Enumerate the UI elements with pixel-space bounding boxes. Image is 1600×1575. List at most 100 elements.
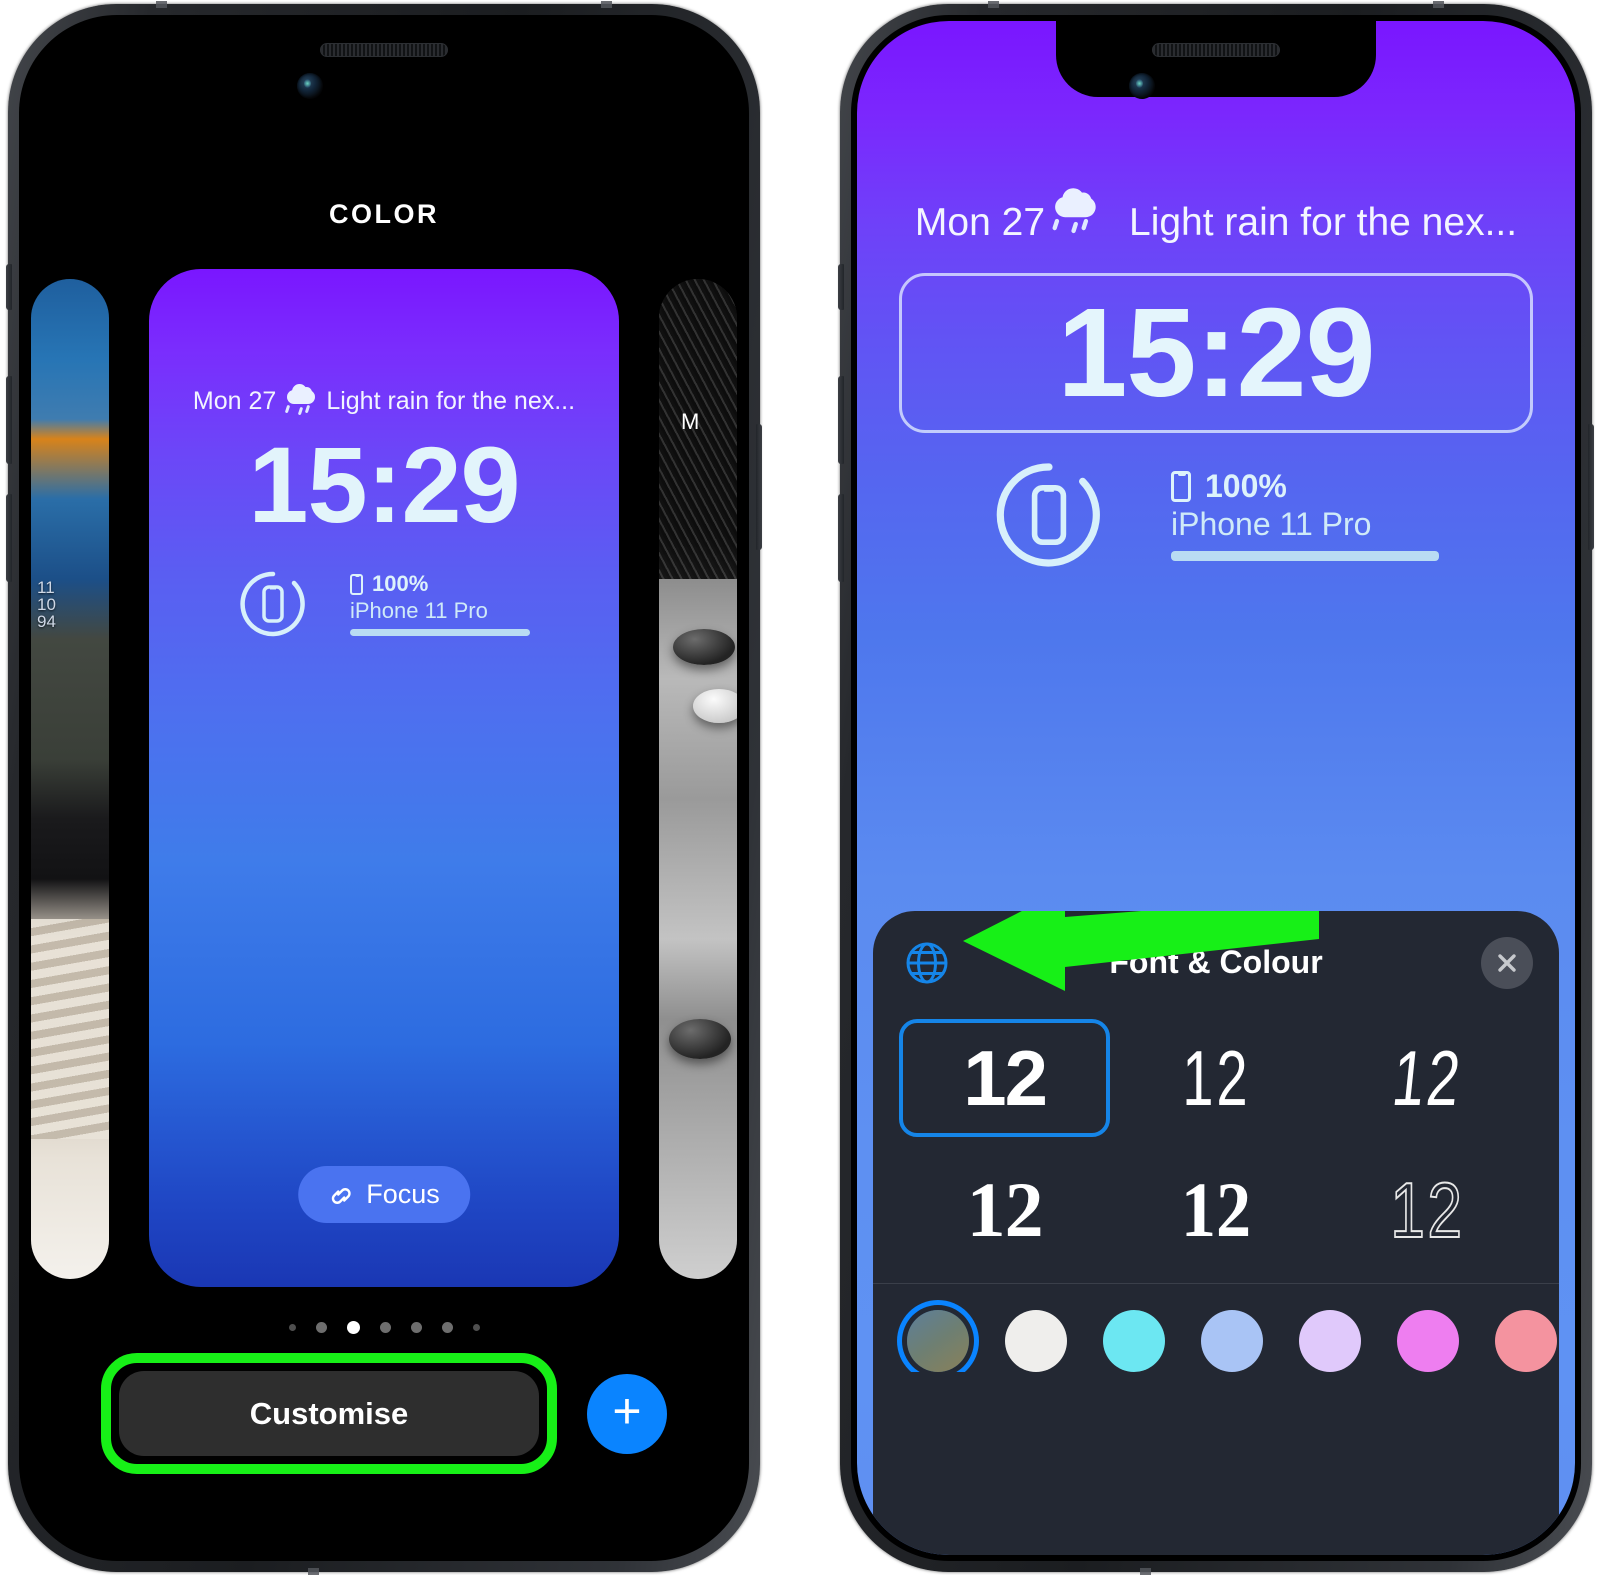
font-and-colour-sheet: Font & Colour 12 12 12 12 12 12 [873, 910, 1559, 1555]
front-camera-icon [297, 72, 323, 99]
wallpaper-card-selected[interactable]: Mon 27 Light rain for the nex... 15:29 1… [149, 268, 619, 1287]
volume-up-button[interactable] [838, 375, 844, 464]
page-dot[interactable] [410, 1322, 422, 1333]
font-option-slab[interactable]: 12 [1110, 1151, 1321, 1269]
power-button[interactable] [756, 423, 762, 550]
screenshot-stage: COLOR 11 10 94 Mon 27 Light rain for the… [0, 0, 1600, 1575]
colour-swatch-white[interactable] [1005, 1309, 1067, 1372]
clock-edit-selection[interactable]: 15:29 [899, 272, 1533, 433]
font-option-bold[interactable]: 12 [899, 1018, 1111, 1137]
carousel-page-dots[interactable] [25, 1318, 743, 1338]
colour-swatch-fill [1299, 1309, 1361, 1372]
rain-cloud-icon [1051, 187, 1121, 252]
mute-switch[interactable] [6, 263, 12, 310]
right-phone-screen: Mon 27 Light rain for the nex... 15:29 1… [857, 20, 1575, 1555]
device-name-label: iPhone 11 Pro [350, 598, 488, 623]
focus-label: Focus [366, 1178, 440, 1209]
sheet-header: Font & Colour [873, 911, 1559, 1015]
lock-widget-row[interactable]: 100% iPhone 11 Pro [149, 569, 619, 639]
wallpaper-card-next-text: M [681, 408, 700, 434]
font-sample-label: 12 [963, 1033, 1048, 1122]
photo-object [669, 1018, 731, 1059]
page-dot[interactable] [315, 1322, 327, 1333]
device-name-label: iPhone 11 Pro [1171, 506, 1372, 542]
right-phone-body: Mon 27 Light rain for the nex... 15:29 1… [851, 14, 1581, 1561]
volume-up-button[interactable] [6, 375, 12, 464]
page-dot[interactable] [441, 1322, 453, 1333]
right-phone-frame: Mon 27 Light rain for the nex... 15:29 1… [838, 0, 1594, 1575]
link-icon [328, 1183, 354, 1205]
photo-object [673, 628, 735, 665]
close-icon[interactable] [1481, 936, 1533, 989]
antenna-band [156, 0, 167, 8]
font-style-grid[interactable]: 12 12 12 12 12 12 [873, 1015, 1559, 1269]
colour-swatch-light-blue[interactable] [1201, 1309, 1263, 1372]
font-sample-label: 12 [1389, 1165, 1465, 1254]
colour-swatch-fill [1005, 1309, 1067, 1372]
lock-date-label: Mon 27 [192, 386, 277, 415]
phone-icon [350, 573, 363, 595]
display-notch [1056, 20, 1376, 97]
lock-weather-label: Light rain for the nex... [326, 386, 576, 415]
mute-switch[interactable] [838, 263, 844, 310]
left-phone-screen: COLOR 11 10 94 Mon 27 Light rain for the… [25, 20, 743, 1555]
font-option-serif[interactable]: 12 [899, 1151, 1110, 1269]
page-dot[interactable] [379, 1322, 391, 1333]
page-dot[interactable] [288, 1324, 296, 1331]
wallpaper-card-previous[interactable]: 11 10 94 [31, 278, 109, 1279]
battery-ring-icon [240, 571, 305, 636]
font-option-slant[interactable]: 12 [1322, 1019, 1533, 1137]
font-sample-label: 12 [966, 1165, 1044, 1253]
customise-button-highlight: Customise [101, 1353, 557, 1474]
focus-button[interactable]: Focus [298, 1165, 470, 1223]
wallpaper-carousel[interactable]: 11 10 94 Mon 27 Light rain for the nex... [25, 268, 743, 1289]
battery-text-widget[interactable]: 100% iPhone 11 Pro [1171, 468, 1439, 561]
colour-swatch-fill [1201, 1309, 1263, 1372]
add-wallpaper-button[interactable]: + [587, 1373, 667, 1454]
font-sample-label: 12 [1181, 1033, 1251, 1122]
battery-progress-bar [1171, 551, 1439, 561]
battery-ring-widget[interactable] [238, 569, 308, 639]
font-sample-label: 12 [1180, 1165, 1252, 1253]
earpiece-speaker-icon [320, 42, 448, 57]
battery-text-widget[interactable]: 100% iPhone 11 Pro [350, 571, 530, 636]
volume-down-button[interactable] [838, 493, 844, 582]
page-dot-active[interactable] [346, 1321, 360, 1334]
antenna-band [1140, 1567, 1151, 1575]
lock-date-label: Mon 27 [914, 200, 1046, 244]
lock-clock: 15:29 [248, 423, 520, 545]
page-dot[interactable] [472, 1324, 480, 1331]
colour-swatch-multicolour[interactable] [907, 1309, 969, 1372]
left-phone-body: COLOR 11 10 94 Mon 27 Light rain for the… [19, 14, 749, 1561]
antenna-band [988, 0, 999, 8]
battery-progress-bar [350, 629, 530, 636]
battery-percent-label: 100% [372, 571, 429, 596]
battery-ring-widget[interactable] [993, 459, 1105, 571]
font-option-outline[interactable]: 12 [1322, 1151, 1533, 1269]
wallpaper-card-previous-text: 11 10 94 [37, 577, 56, 631]
lock-weather-label: Light rain for the nex... [1129, 200, 1518, 244]
earpiece-speaker-icon [1152, 42, 1280, 57]
sheet-title: Font & Colour [1109, 944, 1323, 980]
colour-swatch-fill [1103, 1309, 1165, 1372]
lock-widget-row[interactable]: 100% iPhone 11 Pro [857, 459, 1575, 571]
volume-down-button[interactable] [6, 493, 12, 582]
colour-swatch-pink[interactable] [1495, 1309, 1557, 1372]
font-option-light[interactable]: 12 [1110, 1019, 1321, 1137]
lock-clock: 15:29 [1057, 281, 1375, 423]
globe-icon[interactable] [903, 939, 951, 987]
colour-swatch-fill [1397, 1309, 1459, 1372]
antenna-band [601, 0, 612, 8]
rain-cloud-icon [285, 384, 316, 416]
left-phone-frame: COLOR 11 10 94 Mon 27 Light rain for the… [6, 0, 762, 1575]
wallpaper-card-next[interactable]: M [659, 278, 737, 1279]
battery-percent-label: 100% [1205, 468, 1287, 504]
colour-swatch-cyan[interactable] [1103, 1309, 1165, 1372]
colour-swatch-row[interactable] [873, 1284, 1559, 1372]
power-button[interactable] [1588, 423, 1594, 550]
lock-screen-header: Mon 27 Light rain for the nex... [857, 187, 1575, 245]
colour-swatch-lavender[interactable] [1299, 1309, 1361, 1372]
colour-swatch-fill [1495, 1309, 1557, 1372]
colour-swatch-magenta[interactable] [1397, 1309, 1459, 1372]
customise-button[interactable]: Customise [119, 1371, 539, 1456]
